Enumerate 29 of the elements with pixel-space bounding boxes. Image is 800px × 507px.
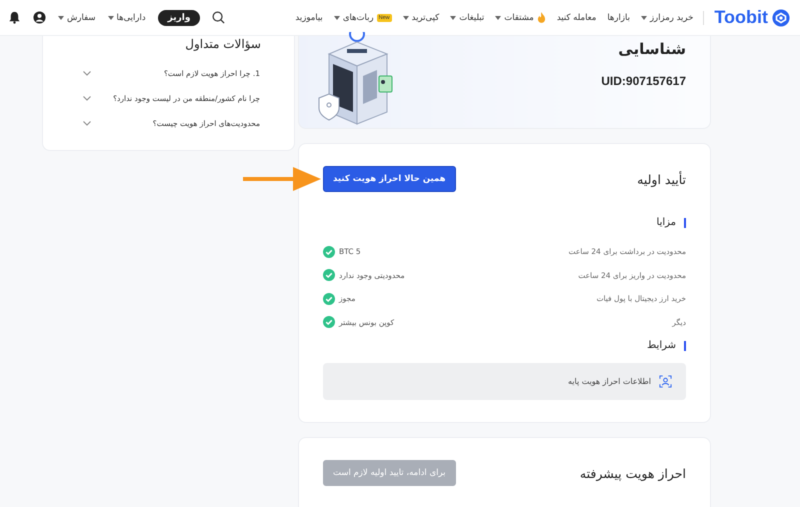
verify-now-button[interactable]: همین حالا احراز هویت کنید (323, 166, 456, 192)
deposit-button[interactable]: واریز (158, 10, 200, 26)
nav-menu[interactable]: دارایی‌ها (108, 12, 146, 22)
nav-link[interactable]: بازارها (607, 12, 630, 22)
conditions-heading: شرایط (647, 340, 676, 351)
logo-icon[interactable] (772, 8, 790, 26)
nav-link[interactable]: معامله کنید (556, 12, 596, 22)
nav-menu[interactable]: سفارش (58, 12, 96, 22)
requirement-text: اطلاعات احراز هویت پایه (568, 377, 651, 386)
logo-text[interactable]: Toobit (714, 7, 768, 28)
section-title: احراز هویت پیشرفته (580, 466, 686, 480)
search-icon[interactable] (212, 11, 226, 24)
nav-link[interactable]: مشتقات (495, 12, 546, 23)
fire-icon (536, 12, 546, 23)
faq-title: سؤالات متداول (184, 37, 261, 51)
nav-link[interactable]: تبلیغات (450, 12, 484, 22)
benefits-heading: مزایا (656, 217, 676, 228)
chevron-down-icon (83, 121, 91, 126)
nav-link[interactable]: کپی‌ترید (402, 12, 440, 22)
chevron-down-icon (83, 96, 91, 101)
face-scan-icon (659, 375, 672, 388)
bell-icon[interactable] (8, 11, 21, 24)
nav-link[interactable]: خرید رمزارز (640, 12, 694, 22)
nav-link[interactable]: بیاموزید (295, 12, 323, 22)
uid-text: UID:907157617 (601, 74, 686, 88)
user-avatar-icon[interactable] (33, 11, 46, 24)
section-title: تأیید اولیه (637, 172, 686, 186)
chevron-down-icon (83, 71, 91, 76)
identity-title: شناسایی (617, 40, 686, 58)
